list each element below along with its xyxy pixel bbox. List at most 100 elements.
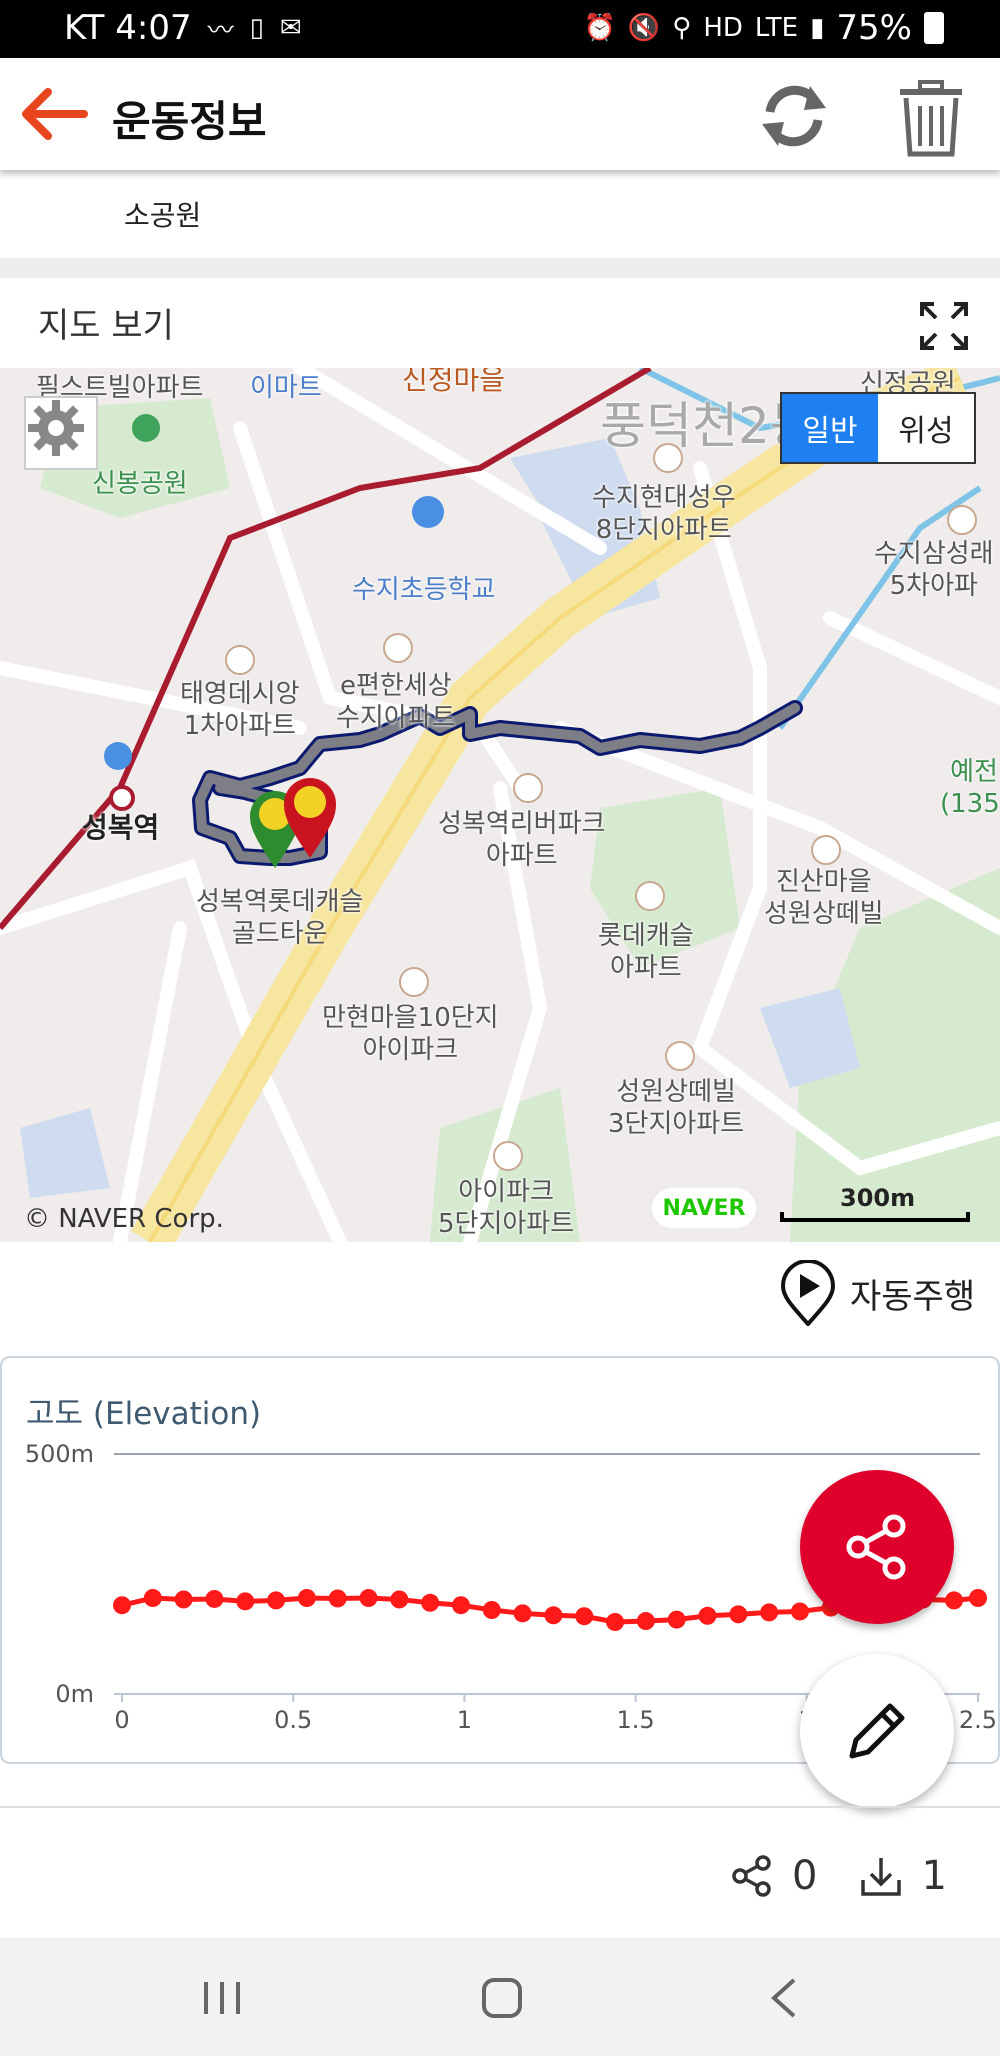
map-type-satellite[interactable]: 위성: [878, 394, 974, 462]
map-label: 만현마을10단지: [322, 1003, 499, 1033]
elevation-point: [451, 1596, 470, 1615]
naver-logo: NAVER: [652, 1188, 756, 1228]
share-count: 0: [792, 1853, 818, 1899]
elevation-point: [267, 1591, 286, 1610]
map-label: 수지현대성우: [592, 483, 736, 513]
battery-percent: 75%: [836, 8, 912, 48]
lte-sim-icon: ▯: [249, 13, 264, 43]
hd-icon: HD: [703, 13, 743, 43]
map-label: (135.: [940, 789, 1000, 819]
auto-drive-label: 자동주행: [850, 1276, 976, 1317]
back-arrow-icon[interactable]: [18, 86, 90, 142]
map-scale-bar: 300m: [780, 1184, 970, 1224]
share-button[interactable]: [800, 1470, 954, 1624]
share-count-icon[interactable]: [730, 1854, 774, 1898]
scale-label: 300m: [840, 1184, 916, 1212]
elevation-point: [945, 1591, 964, 1610]
refresh-icon[interactable]: [756, 78, 832, 154]
recent-apps-icon[interactable]: [200, 1978, 244, 2018]
y-tick-label: 0m: [55, 1680, 94, 1708]
alarm-icon: ⏰: [583, 13, 616, 43]
signal-icon: ▮: [810, 13, 825, 43]
elevation-point: [359, 1589, 378, 1607]
elevation-point: [760, 1603, 779, 1622]
map-view[interactable]: 신정마을 이마트 필스트빌아파트 신정공원 풍덕천2동 신봉공원 수지현대성우 8…: [0, 368, 1000, 1242]
home-icon[interactable]: [478, 1974, 526, 2022]
elevation-point: [698, 1606, 717, 1625]
place-name: 소공원: [124, 199, 202, 232]
carrier-time: KT 4:07: [64, 8, 192, 48]
map-label: 태영데시앙: [180, 679, 300, 709]
elevation-point: [482, 1601, 501, 1619]
elevation-point: [606, 1613, 625, 1631]
elevation-point: [328, 1589, 347, 1608]
status-bar: KT 4:07 〰 ▯ ✉ ⏰ 🔇 ⚲ HD LTE ▮ 75%: [0, 0, 1000, 58]
map-label: 성복역: [82, 811, 160, 844]
download-count: 1: [921, 1853, 947, 1899]
section-divider: [0, 258, 1000, 278]
auto-drive-button[interactable]: 자동주행: [780, 1258, 975, 1328]
map-settings-button[interactable]: [24, 396, 98, 470]
elevation-point: [636, 1612, 655, 1631]
page-title: 운동정보: [112, 97, 267, 146]
elevation-point: [236, 1592, 255, 1611]
mute-icon: 🔇: [627, 13, 661, 43]
map-label: 예전: [950, 757, 998, 787]
map-label: 수지삼성래: [874, 539, 994, 569]
stats-row: 0 1: [730, 1846, 989, 1906]
map-label: 수지아파트: [336, 703, 456, 733]
elevation-point: [969, 1589, 987, 1607]
map-label: 3단지아파트: [608, 1109, 745, 1139]
app-bar: 운동정보: [0, 58, 1000, 170]
trash-icon[interactable]: [896, 78, 966, 158]
elevation-point: [143, 1589, 162, 1607]
system-nav-bar: [0, 1938, 1000, 2056]
battery-icon: [924, 12, 944, 44]
goal-marker[interactable]: [284, 778, 336, 858]
map-label: 신정마을: [402, 368, 506, 396]
x-tick-label: 0.5: [274, 1706, 312, 1734]
map-label: 5차아파: [889, 571, 978, 601]
map-label: 골드타운: [231, 919, 328, 949]
elevation-point: [174, 1590, 193, 1609]
back-icon[interactable]: [766, 1976, 802, 2020]
map-label: 성복역롯데캐슬: [196, 887, 364, 917]
map-label: 아이파크: [458, 1177, 554, 1207]
play-pin-icon: [780, 1260, 836, 1326]
x-tick-label: 2.5: [959, 1706, 997, 1734]
elevation-point: [544, 1606, 563, 1625]
elevation-point: [790, 1602, 809, 1621]
map-label: 신봉공원: [92, 469, 188, 499]
map-label: e편한세상: [339, 671, 452, 701]
y-tick-label: 500m: [25, 1440, 94, 1468]
fullscreen-icon[interactable]: [918, 300, 970, 352]
lte-icon: LTE: [754, 13, 799, 43]
scale-line: [780, 1212, 970, 1222]
location-icon: ⚲: [672, 13, 692, 43]
elevation-point: [205, 1589, 224, 1608]
elevation-point: [575, 1607, 594, 1626]
map-label: 수지초등학교: [352, 575, 496, 605]
map-label: 아파트: [609, 953, 682, 983]
map-label: 1차아파트: [183, 711, 296, 741]
elevation-point: [667, 1610, 686, 1629]
map-label: 진산마을: [775, 867, 872, 897]
map-type-normal[interactable]: 일반: [782, 394, 878, 462]
elevation-point: [513, 1604, 532, 1623]
elevation-point: [113, 1596, 131, 1615]
x-tick-label: 1.5: [617, 1706, 655, 1734]
elevation-point: [390, 1590, 409, 1609]
pencil-icon: [849, 1703, 905, 1759]
edit-button[interactable]: [800, 1654, 954, 1808]
elevation-point: [421, 1593, 440, 1612]
map-label: 8단지아파트: [595, 515, 732, 545]
map-section-title: 지도 보기: [38, 306, 174, 346]
map-label: 성복역리버파크: [438, 809, 606, 839]
x-tick-label: 1: [457, 1706, 472, 1734]
map-type-toggle: 일반 위성: [780, 392, 976, 464]
map-label: 성원상떼빌: [764, 899, 884, 929]
map-label: 아파트: [485, 841, 558, 871]
map-label: 5단지아파트: [438, 1209, 575, 1239]
download-icon[interactable]: [859, 1854, 903, 1898]
share-icon: [846, 1514, 906, 1580]
